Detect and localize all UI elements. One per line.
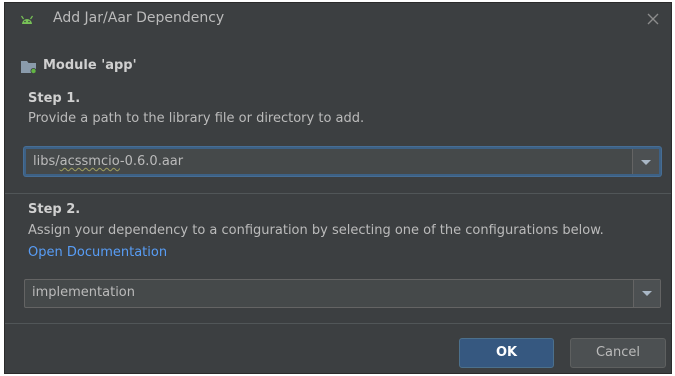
configuration-combobox[interactable]: implementation (24, 279, 661, 308)
dialog-title: Add Jar/Aar Dependency (53, 10, 225, 26)
separator (5, 193, 671, 194)
module-folder-icon (21, 61, 37, 74)
library-path-suffix: -0.6.0.aar (119, 154, 184, 169)
step1-description: Provide a path to the library file or di… (28, 111, 365, 126)
library-path-misspelled: acssmcio (59, 154, 120, 169)
step2-description: Assign your dependency to a configuratio… (28, 223, 604, 238)
configuration-value: implementation (32, 285, 136, 300)
close-icon[interactable] (643, 9, 663, 29)
title-bar[interactable]: Add Jar/Aar Dependency (5, 3, 671, 35)
ok-button[interactable]: OK (459, 338, 554, 368)
library-path-prefix: libs/ (33, 154, 60, 169)
android-icon (21, 15, 33, 24)
library-path-dropdown-button[interactable] (632, 149, 659, 174)
library-path-value[interactable]: libs/acssmcio-0.6.0.aar (33, 154, 183, 169)
step2-title: Step 2. (28, 202, 81, 217)
separator (5, 323, 671, 324)
step1-title: Step 1. (28, 91, 81, 106)
cancel-button[interactable]: Cancel (570, 338, 666, 368)
add-dependency-dialog: Add Jar/Aar Dependency Module 'app' Step… (4, 2, 672, 374)
library-path-combobox[interactable]: libs/acssmcio-0.6.0.aar (24, 147, 661, 176)
chevron-down-icon (642, 291, 652, 296)
chevron-down-icon (641, 160, 651, 165)
open-documentation-link[interactable]: Open Documentation (28, 245, 167, 260)
module-label: Module 'app' (43, 58, 137, 73)
configuration-dropdown-button[interactable] (633, 280, 660, 307)
